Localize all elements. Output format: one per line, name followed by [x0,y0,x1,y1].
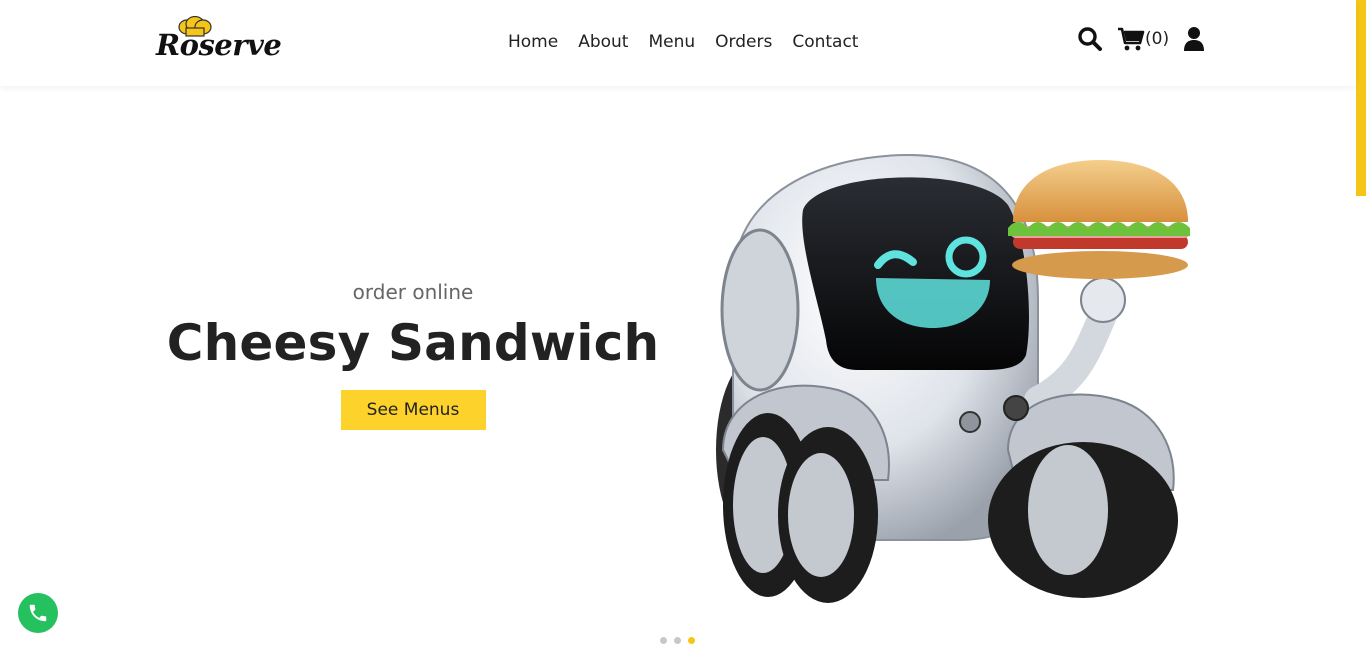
robot-holding-burger-illustration [716,153,1190,603]
cart-count: (0) [1145,29,1170,49]
logo[interactable]: Roserve [156,16,306,62]
cart-icon [1118,27,1145,51]
cart-button[interactable]: (0) [1117,26,1169,52]
nav-menu[interactable]: Menu [648,32,695,52]
scrollbar-thumb[interactable] [1356,0,1366,196]
see-menus-button[interactable]: See Menus [340,390,486,430]
hero-text: order online Cheesy Sandwich See Menus [150,280,676,430]
phone-icon [29,604,47,622]
brand-name: Roserve [156,28,282,62]
search-icon[interactable] [1077,26,1103,52]
nav-orders[interactable]: Orders [715,32,772,52]
carousel-dot-2[interactable] [674,637,681,644]
carousel-dot-3[interactable] [688,637,695,644]
hero-title: Cheesy Sandwich [166,314,660,372]
carousel-indicators [660,637,695,644]
nav-about[interactable]: About [578,32,628,52]
site-header: Roserve Home About Menu Orders Contact (… [0,0,1356,86]
carousel-dot-1[interactable] [660,637,667,644]
nav-home[interactable]: Home [508,32,558,52]
header-tools: (0) [1077,26,1205,52]
call-button[interactable] [18,593,58,633]
main-nav: Home About Menu Orders Contact [508,32,878,52]
user-icon[interactable] [1183,26,1205,52]
nav-contact[interactable]: Contact [792,32,858,52]
hero-subtitle: order online [352,280,474,304]
